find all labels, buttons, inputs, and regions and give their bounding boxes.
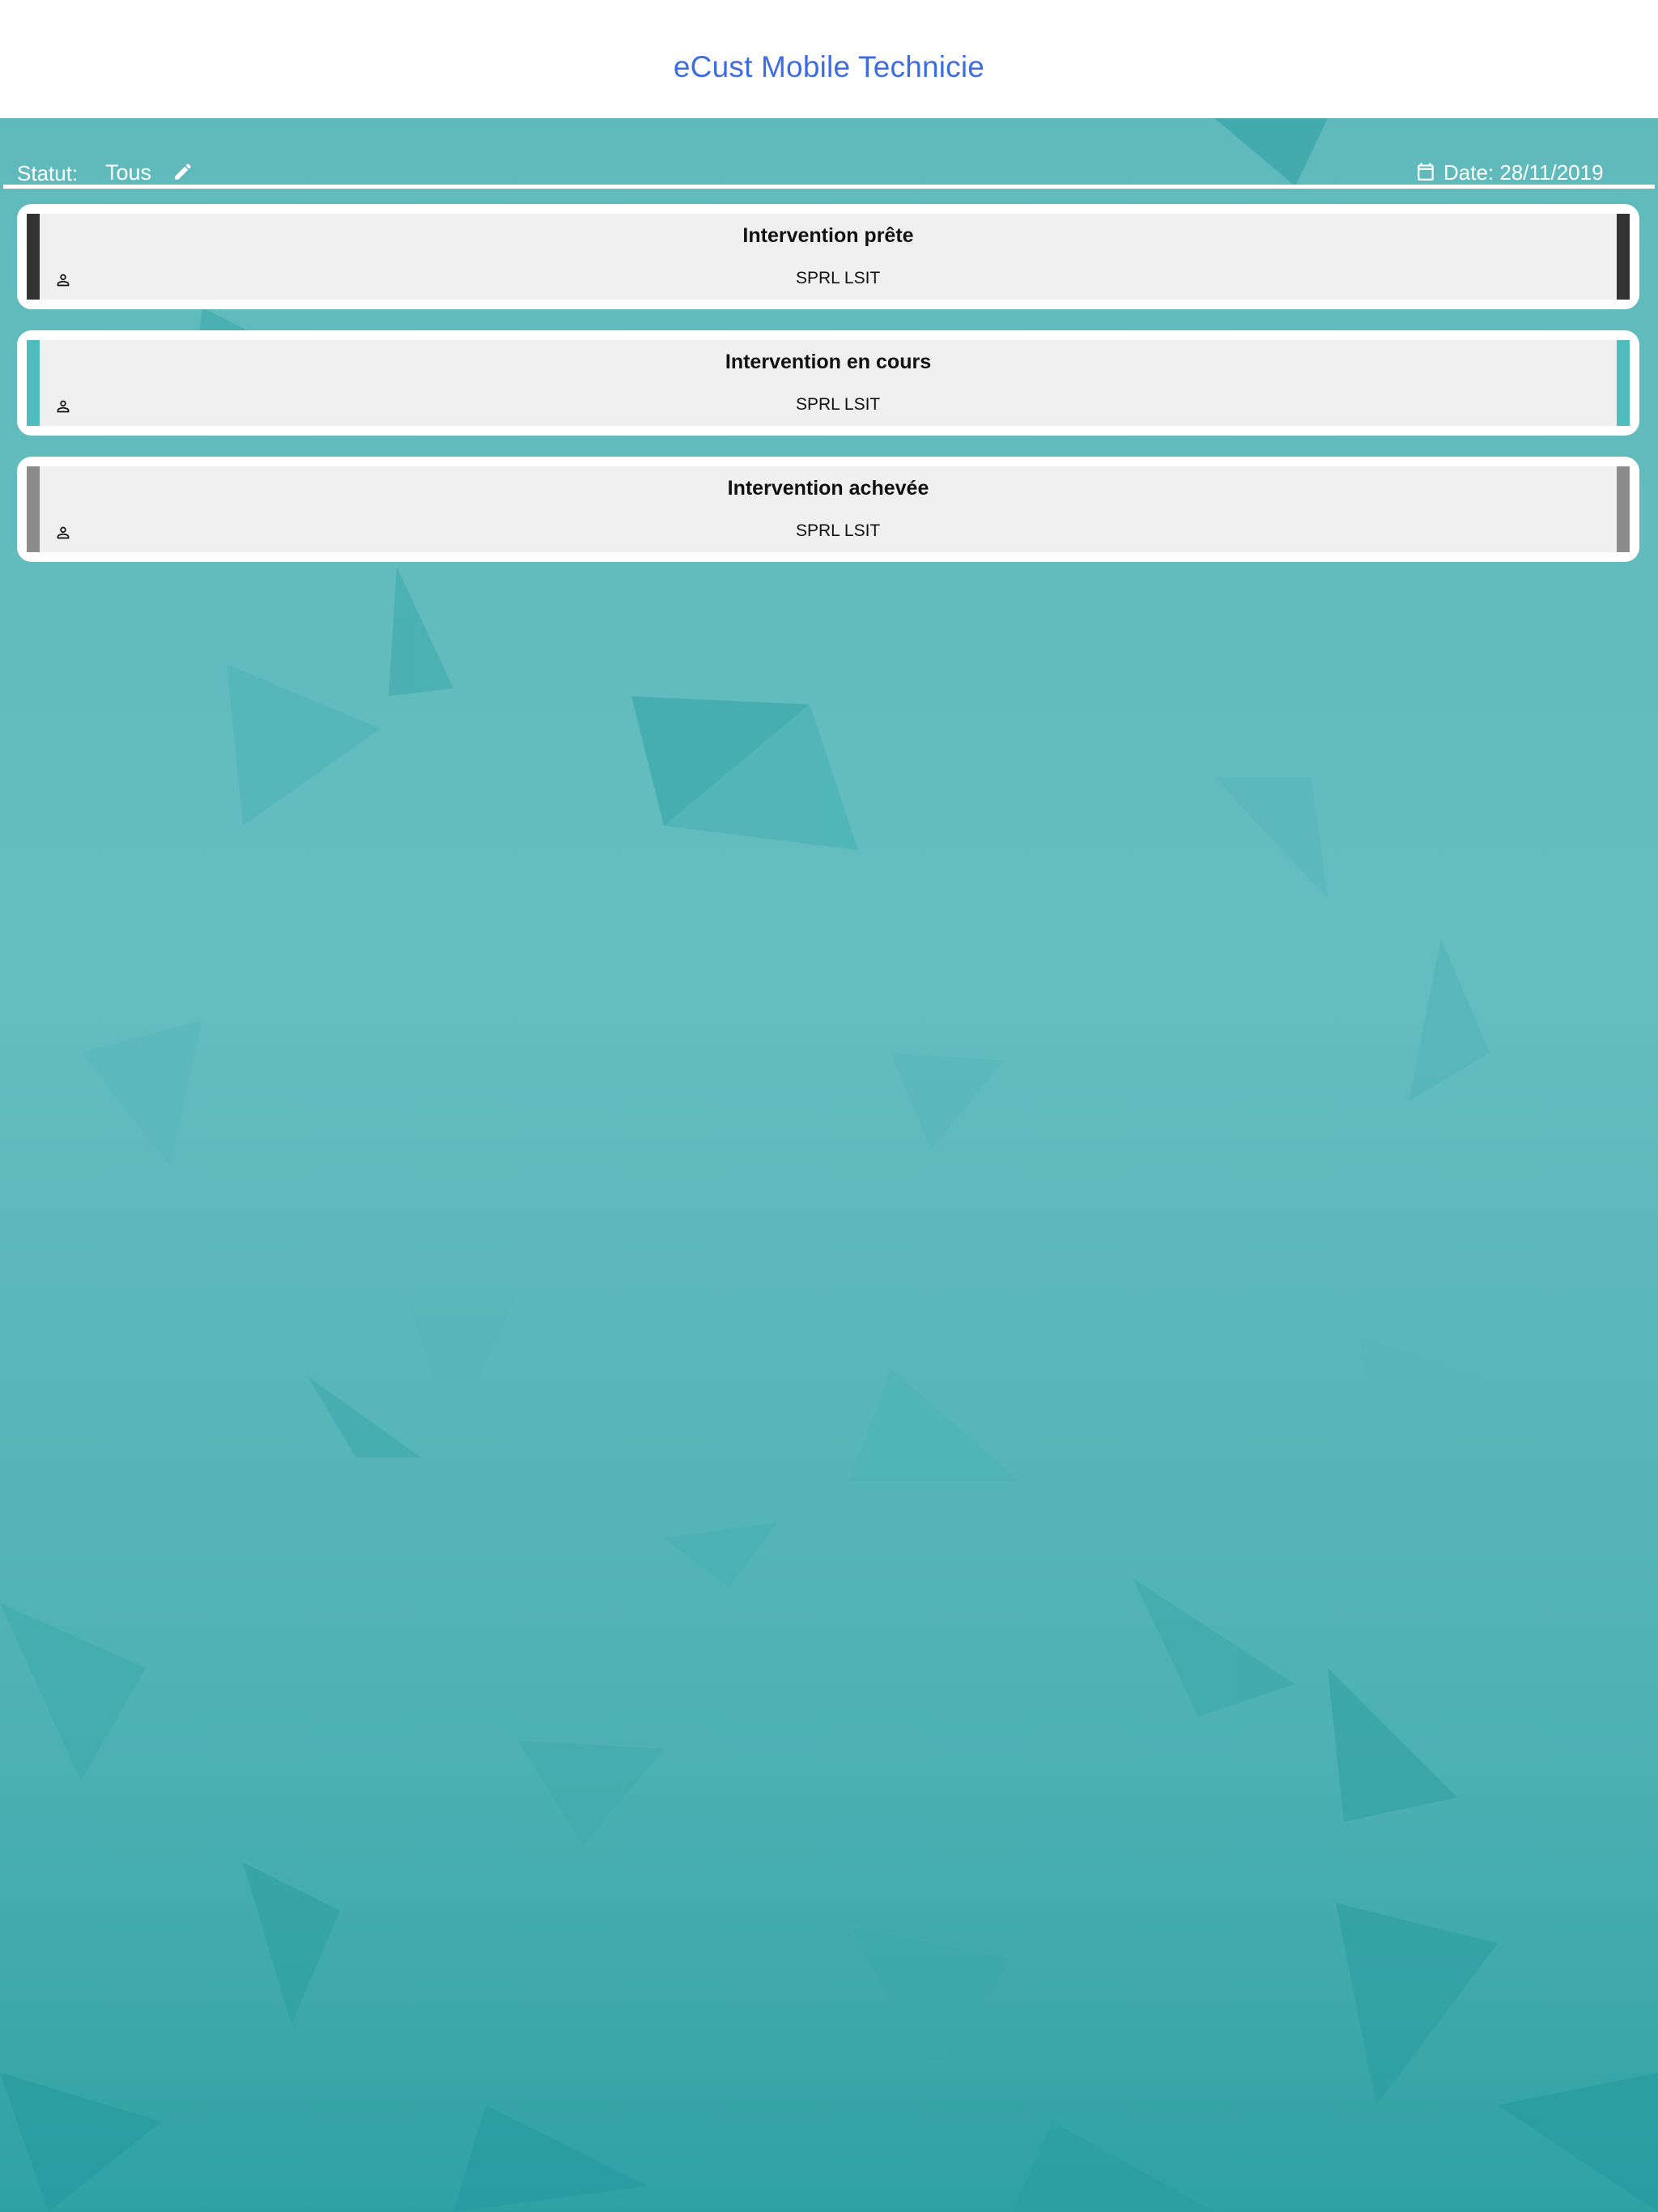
intervention-card-body: Intervention en cours SPRL LSIT [27, 340, 1630, 426]
pencil-icon[interactable] [172, 161, 193, 182]
intervention-card-body: Intervention prête SPRL LSIT [27, 214, 1630, 300]
intervention-card[interactable]: Intervention achevée SPRL LSIT [17, 457, 1639, 562]
status-label: Statut: [17, 161, 79, 185]
intervention-title: Intervention prête [742, 224, 914, 247]
client-name: SPRL LSIT [796, 395, 881, 414]
intervention-list: Intervention prête SPRL LSIT Interventio… [17, 204, 1639, 583]
intervention-card[interactable]: Intervention en cours SPRL LSIT [17, 330, 1639, 436]
intervention-card[interactable]: Intervention prête SPRL LSIT [17, 204, 1639, 309]
intervention-card-body: Intervention achevée SPRL LSIT [27, 466, 1630, 552]
intervention-title: Intervention en cours [725, 351, 932, 373]
status-filter-value[interactable]: Tous [105, 160, 151, 185]
filter-divider [3, 185, 1655, 189]
app-title: eCust Mobile Technicie [673, 50, 985, 83]
user-icon [57, 400, 70, 413]
filter-bar: Statut: Tous Date: 28/11/2019 [0, 154, 1658, 186]
status-stripe-right [1617, 466, 1630, 552]
user-icon [57, 526, 70, 539]
status-stripe-right [1617, 214, 1630, 300]
calendar-icon[interactable] [1415, 161, 1436, 182]
status-stripe-right [1617, 340, 1630, 426]
date-filter[interactable]: Date: 28/11/2019 [1443, 160, 1604, 185]
client-name: SPRL LSIT [796, 521, 881, 540]
intervention-title: Intervention achevée [727, 477, 929, 500]
client-name: SPRL LSIT [796, 269, 881, 287]
user-icon [57, 274, 70, 287]
app-header: eCust Mobile Technicie [0, 0, 1658, 118]
